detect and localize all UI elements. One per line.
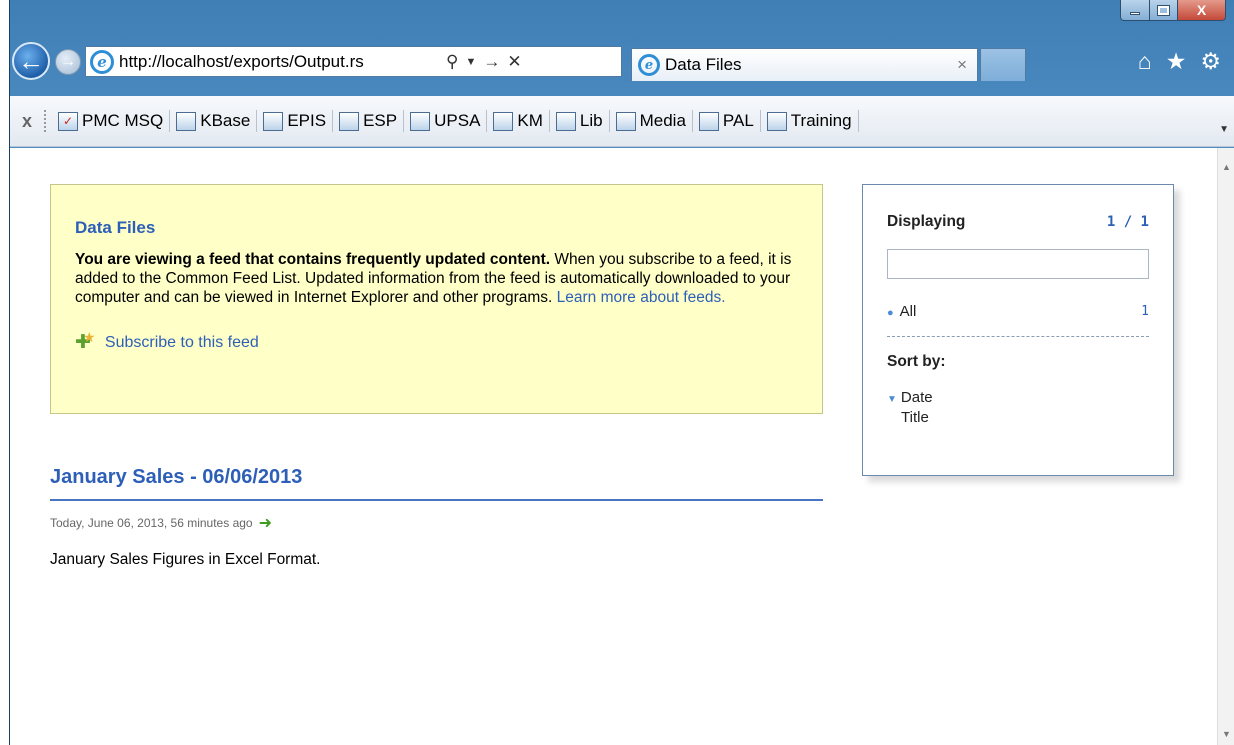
home-icon[interactable]: ⌂ xyxy=(1138,48,1152,75)
favorites-overflow-icon[interactable]: ▼ xyxy=(1219,124,1229,135)
address-bar[interactable]: e http://localhost/exports/Output.rs ⚲ ▼… xyxy=(85,46,622,77)
toolbar-icons: ⌂ ★ ⚙ xyxy=(1138,48,1221,75)
favorite-label: Lib xyxy=(579,111,603,130)
close-icon: X xyxy=(1196,2,1207,18)
ie-page-icon: e xyxy=(90,49,114,74)
stop-icon[interactable]: ✕ xyxy=(507,52,521,72)
page-icon xyxy=(493,111,514,131)
gear-icon[interactable]: ⚙ xyxy=(1200,48,1221,75)
maximize-button[interactable] xyxy=(1150,0,1178,21)
forward-button[interactable]: → xyxy=(55,49,81,75)
page-icon xyxy=(555,111,576,131)
favorite-training[interactable]: Training xyxy=(761,106,858,136)
feed-intro-bold: You are viewing a feed that contains fre… xyxy=(75,251,551,268)
page-icon xyxy=(766,111,787,131)
filter-all-label: All xyxy=(899,303,917,320)
filter-all-item[interactable]: ● All 1 xyxy=(887,303,1149,320)
vertical-scrollbar[interactable]: ▲ ▼ xyxy=(1217,148,1234,745)
favorite-label: KBase xyxy=(200,111,251,130)
sort-option-title[interactable]: Title xyxy=(887,409,1149,427)
sort-by-label: Sort by: xyxy=(887,353,946,370)
filter-search-input[interactable] xyxy=(887,249,1149,279)
ie-tab-icon: e xyxy=(638,54,660,76)
learn-more-link[interactable]: Learn more about feeds. xyxy=(557,289,726,306)
page-icon xyxy=(615,111,636,131)
feed-title: Data Files xyxy=(75,218,156,237)
close-window-button[interactable]: X xyxy=(1178,0,1226,21)
favorite-epis[interactable]: EPIS xyxy=(257,106,332,136)
dropdown-icon[interactable]: ▼ xyxy=(465,56,476,68)
back-button[interactable]: ← xyxy=(12,42,50,80)
favorite-km[interactable]: KM xyxy=(487,106,549,136)
caption-buttons: X xyxy=(1120,0,1226,21)
feed-description: You are viewing a feed that contains fre… xyxy=(75,250,798,307)
favorite-label: EPIS xyxy=(287,111,327,130)
search-icon[interactable]: ⚲ xyxy=(446,52,458,72)
favorite-label: PAL xyxy=(722,111,754,130)
new-tab-button[interactable] xyxy=(980,48,1026,81)
favorites-bar-grip[interactable] xyxy=(44,110,48,132)
displaying-row: Displaying 1 / 1 xyxy=(887,213,1149,231)
check-icon: ✓ xyxy=(58,111,79,131)
favorites-bar: x ✓ PMC MSQ KBase EPIS ESP UPSA KM Lib Me… xyxy=(10,96,1234,147)
page-icon xyxy=(339,111,360,131)
filter-all-count: 1 xyxy=(1141,304,1149,319)
maximize-icon xyxy=(1157,4,1170,16)
page-icon xyxy=(176,111,197,131)
filter-all-label-wrap: ● All xyxy=(887,303,916,320)
tab-data-files[interactable]: e Data Files × xyxy=(631,48,978,81)
favorite-media[interactable]: Media xyxy=(610,106,692,136)
bullet-icon: ● xyxy=(887,307,894,319)
browser-window: X ← → e http://localhost/exports/Output.… xyxy=(9,0,1234,745)
favorite-pmc-msq[interactable]: ✓ PMC MSQ xyxy=(52,106,169,136)
subscribe-feed-icon: ✚ xyxy=(75,329,95,354)
sort-option-date[interactable]: ▼ Date xyxy=(887,389,1149,409)
sort-option-label: Date xyxy=(900,389,933,406)
favorite-esp[interactable]: ESP xyxy=(333,106,403,136)
subscribe-link[interactable]: Subscribe to this feed xyxy=(105,334,259,352)
scroll-down-icon[interactable]: ▼ xyxy=(1222,729,1231,739)
entry-date: Today, June 06, 2013, 56 minutes ago ➜ xyxy=(50,513,272,533)
minimize-button[interactable] xyxy=(1120,0,1150,21)
page-icon xyxy=(263,111,284,131)
sort-option-label: Title xyxy=(901,409,929,426)
feed-info-box: Data Files You are viewing a feed that c… xyxy=(50,184,823,414)
favorite-upsa[interactable]: UPSA xyxy=(404,106,486,136)
favorite-label: ESP xyxy=(363,111,398,130)
filter-panel: Displaying 1 / 1 ● All 1 Sort by: ▼ Date T… xyxy=(862,184,1174,476)
displaying-count: 1 / 1 xyxy=(1106,214,1149,230)
favorites-bar-close-icon[interactable]: x xyxy=(22,111,32,132)
favorite-label: Media xyxy=(639,111,686,130)
entry-date-text: Today, June 06, 2013, 56 minutes ago xyxy=(50,516,253,530)
favorites-star-icon[interactable]: ★ xyxy=(1166,48,1187,75)
sort-options: ▼ Date Title xyxy=(887,389,1149,427)
tab-title: Data Files xyxy=(665,55,742,74)
favorite-label: UPSA xyxy=(434,111,481,130)
sort-selected-icon: ▼ xyxy=(887,394,897,405)
page-icon xyxy=(698,111,719,131)
go-icon[interactable]: → xyxy=(483,52,500,72)
filter-divider xyxy=(887,336,1149,337)
url-text[interactable]: http://localhost/exports/Output.rs xyxy=(119,52,439,72)
back-arrow-icon: ← xyxy=(18,46,44,76)
subscribe-row[interactable]: ✚ Subscribe to this feed xyxy=(75,329,798,354)
favorite-pal[interactable]: PAL xyxy=(693,106,760,136)
minimize-icon xyxy=(1130,11,1140,15)
scroll-up-icon[interactable]: ▲ xyxy=(1222,162,1231,172)
page-icon xyxy=(410,111,431,131)
page-content: Data Files You are viewing a feed that c… xyxy=(10,148,1218,745)
displaying-label: Displaying xyxy=(887,213,966,230)
favorite-kbase[interactable]: KBase xyxy=(170,106,256,136)
favorite-label: Training xyxy=(790,111,852,130)
navigation-bar: ← → e http://localhost/exports/Output.rs… xyxy=(10,40,1234,93)
favorite-label: PMC MSQ xyxy=(82,111,164,130)
favorites-separator xyxy=(857,110,859,132)
tab-close-icon[interactable]: × xyxy=(957,55,967,75)
favorite-lib[interactable]: Lib xyxy=(550,106,609,136)
entry-body: January Sales Figures in Excel Format. xyxy=(50,551,321,568)
entry-title-link[interactable]: January Sales - 06/06/2013 xyxy=(50,466,823,501)
forward-arrow-icon: → xyxy=(60,53,76,70)
go-arrow-icon[interactable]: ➜ xyxy=(259,513,272,533)
favorite-label: KM xyxy=(517,111,543,130)
